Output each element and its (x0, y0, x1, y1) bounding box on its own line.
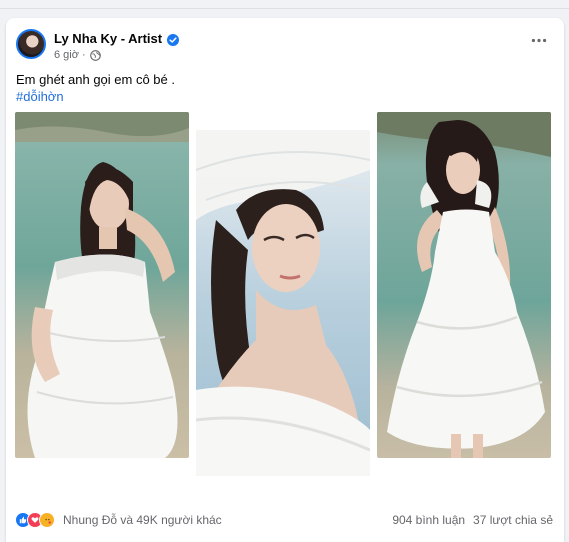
post-photo-2[interactable] (196, 130, 370, 476)
author-row: Ly Nha Ky - Artist (54, 31, 180, 46)
more-options-button[interactable] (526, 30, 552, 50)
verified-badge-icon (167, 33, 180, 46)
author-name[interactable]: Ly Nha Ky - Artist (54, 31, 162, 46)
post-card: Ly Nha Ky - Artist 6 giờ · Em ghét anh g… (6, 18, 564, 542)
reactors-count[interactable]: Nhung Đỗ và 49K người khác (63, 513, 222, 527)
more-horizontal-icon (531, 38, 547, 42)
hashtag-link[interactable]: #dỗihờn (16, 89, 64, 104)
comments-count[interactable]: 904 bình luận (392, 513, 465, 527)
post-photo-3[interactable] (377, 112, 551, 458)
shares-count[interactable]: 37 lượt chia sẻ (473, 513, 553, 527)
post-time[interactable]: 6 giờ · (54, 49, 86, 61)
reaction-icons[interactable] (15, 512, 55, 528)
post-photo-1[interactable] (15, 112, 189, 458)
post-meta: 6 giờ · (54, 49, 101, 61)
post-caption: Em ghét anh gọi em cô bé . (16, 72, 175, 87)
author-avatar[interactable] (16, 29, 46, 59)
globe-icon (89, 49, 101, 61)
reactions-summary: Nhung Đỗ và 49K người khác (15, 512, 222, 528)
engagement-counts: 904 bình luận 37 lượt chia sẻ (392, 513, 553, 527)
care-icon (39, 512, 55, 528)
page-frame: Ly Nha Ky - Artist 6 giờ · Em ghét anh g… (0, 0, 569, 542)
top-strip (0, 0, 569, 9)
